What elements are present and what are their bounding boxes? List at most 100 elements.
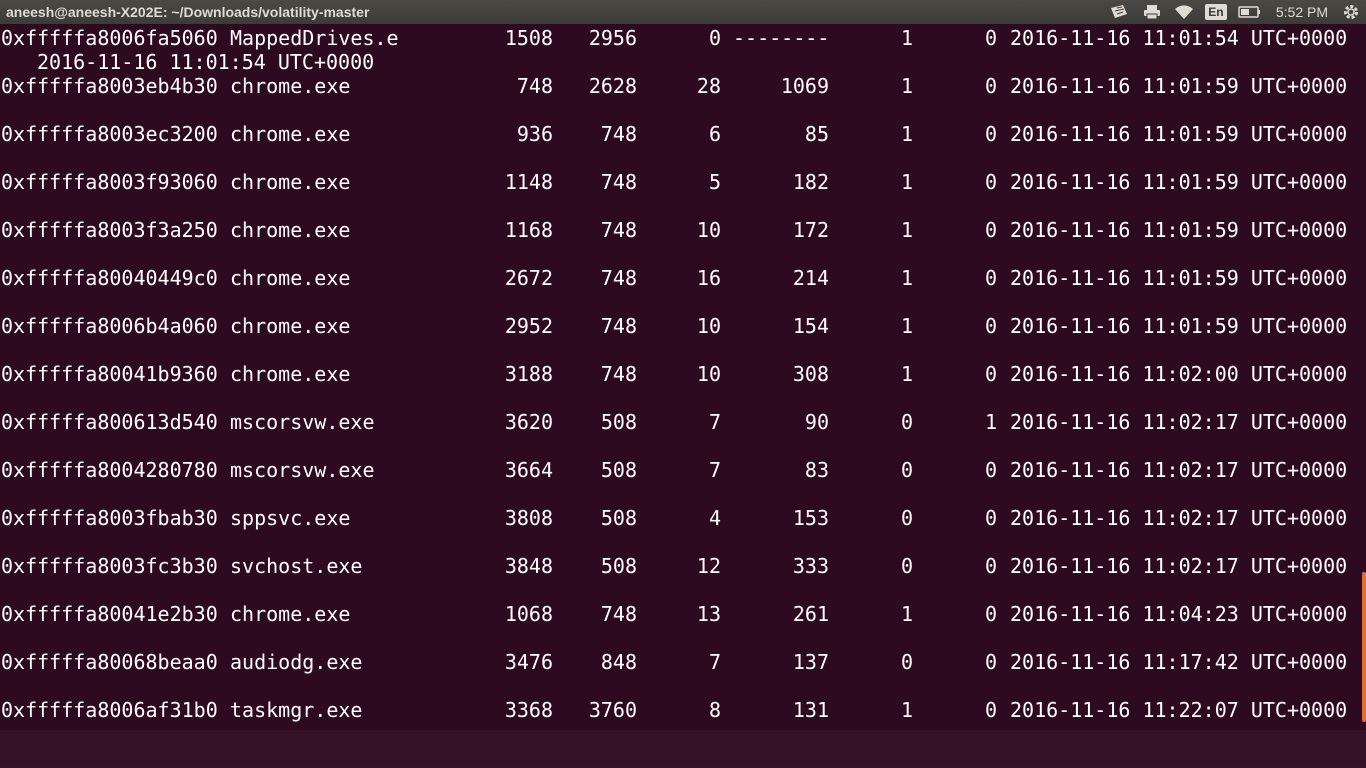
process-thds: 10 [696,218,721,242]
process-sess: 1 [900,122,913,146]
process-row: 0xfffffa8006fa5060 MappedDrives.e 1508 2956… [1,24,1361,74]
process-name: chrome.exe [230,602,351,626]
process-pid: 936 [516,122,553,146]
process-wow64: 0 [984,266,997,290]
process-thds: 8 [708,698,721,722]
process-offset: 0xfffffa8003fbab30 [1,506,218,530]
process-pid: 3188 [504,362,553,386]
process-ppid: 3760 [588,698,637,722]
process-start: 2016-11-16 11:01:59 UTC+0000 [1010,170,1348,194]
process-thds: 4 [708,506,721,530]
process-hnds: 85 [804,122,829,146]
process-start-wrapped: 2016-11-16 11:01:54 UTC+0000 [37,50,375,74]
process-row: 0xfffffa8003f3a250 chrome.exe 1168 748 10 172… [1,216,1361,264]
process-ppid: 508 [600,410,637,434]
process-sess: 0 [900,506,913,530]
process-wow64: 0 [984,362,997,386]
process-pid: 3808 [504,506,553,530]
clock[interactable]: 5:52 PM [1268,0,1336,24]
process-start: 2016-11-16 11:01:59 UTC+0000 [1010,74,1348,98]
process-ppid: 848 [600,650,637,674]
process-wow64: 0 [984,122,997,146]
process-hnds: 154 [792,314,829,338]
process-thds: 6 [708,122,721,146]
process-wow64: 0 [984,554,997,578]
process-thds: 0 [708,26,721,50]
process-row: 0xfffffa80068beaa0 audiodg.exe 3476 848 7 137… [1,648,1361,696]
indicator-area: En 5:52 PM [1102,0,1366,24]
process-name: MappedDrives.e [230,26,399,50]
process-sess: 1 [900,26,913,50]
process-hnds: 182 [792,170,829,194]
process-thds: 16 [696,266,721,290]
process-sess: 0 [900,410,913,434]
process-offset: 0xfffffa8003fc3b30 [1,554,218,578]
process-row: 0xfffffa8006b4a060 chrome.exe 2952 748 10 154… [1,312,1361,360]
process-wow64: 0 [984,74,997,98]
process-wow64: 0 [984,314,997,338]
process-thds: 7 [708,458,721,482]
gear-icon[interactable] [1336,0,1366,24]
process-start: 2016-11-16 11:01:59 UTC+0000 [1010,314,1348,338]
process-sess: 1 [900,314,913,338]
language-indicator[interactable]: En [1200,0,1232,24]
terminal-window[interactable]: 0xfffffa8006fa5060 MappedDrives.e 1508 2956… [0,24,1366,768]
process-thds: 10 [696,362,721,386]
process-hnds: 153 [792,506,829,530]
language-label: En [1205,4,1227,20]
process-ppid: 748 [600,170,637,194]
process-thds: 5 [708,170,721,194]
top-panel: aneesh@aneesh-X202E: ~/Downloads/volatil… [0,0,1366,24]
process-sess: 0 [900,554,913,578]
process-pid: 3664 [504,458,553,482]
process-hnds: 1069 [780,74,829,98]
process-name: chrome.exe [230,122,351,146]
wifi-icon[interactable] [1168,0,1200,24]
process-ppid: 508 [600,506,637,530]
process-thds: 7 [708,410,721,434]
process-hnds: 172 [792,218,829,242]
process-sess: 0 [900,650,913,674]
process-offset: 0xfffffa800613d540 [1,410,218,434]
process-offset: 0xfffffa8003ec3200 [1,122,218,146]
process-wow64: 0 [984,218,997,242]
process-start: 2016-11-16 11:02:17 UTC+0000 [1010,554,1348,578]
process-pid: 1068 [504,602,553,626]
terminal-scrollbar[interactable] [1362,572,1366,722]
process-pid: 3620 [504,410,553,434]
process-row: 0xfffffa800613d540 mscorsvw.exe 3620 508 7 90… [1,408,1361,456]
battery-icon[interactable] [1232,0,1268,24]
process-thds: 7 [708,650,721,674]
process-start: 2016-11-16 11:02:17 UTC+0000 [1010,506,1348,530]
process-wow64: 1 [984,410,997,434]
process-start: 2016-11-16 11:01:59 UTC+0000 [1010,266,1348,290]
process-ppid: 748 [600,602,637,626]
process-sess: 1 [900,170,913,194]
process-pid: 3476 [504,650,553,674]
process-pid: 2952 [504,314,553,338]
printer-icon[interactable] [1136,0,1168,24]
process-hnds: 83 [804,458,829,482]
process-start: 2016-11-16 11:02:00 UTC+0000 [1010,362,1348,386]
process-sess: 1 [900,698,913,722]
process-row: 0xfffffa80041e2b30 chrome.exe 1068 748 13 261… [1,600,1361,648]
process-offset: 0xfffffa8003f93060 [1,170,218,194]
process-sess: 0 [900,458,913,482]
process-ppid: 748 [600,122,637,146]
process-offset: 0xfffffa8004280780 [1,458,218,482]
process-wow64: 0 [984,506,997,530]
process-ppid: 748 [600,314,637,338]
process-name: chrome.exe [230,362,351,386]
process-offset: 0xfffffa8006fa5060 [1,26,218,50]
process-ppid: 748 [600,266,637,290]
process-hnds: -------- [733,26,830,50]
process-thds: 12 [696,554,721,578]
process-ppid: 2628 [588,74,637,98]
process-sess: 1 [900,602,913,626]
process-offset: 0xfffffa80041e2b30 [1,602,218,626]
process-row: 0xfffffa80041b9360 chrome.exe 3188 748 10 308… [1,360,1361,408]
process-hnds: 333 [792,554,829,578]
keyboard-icon[interactable] [1102,0,1136,24]
process-name: mscorsvw.exe [230,410,375,434]
process-offset: 0xfffffa80040449c0 [1,266,218,290]
